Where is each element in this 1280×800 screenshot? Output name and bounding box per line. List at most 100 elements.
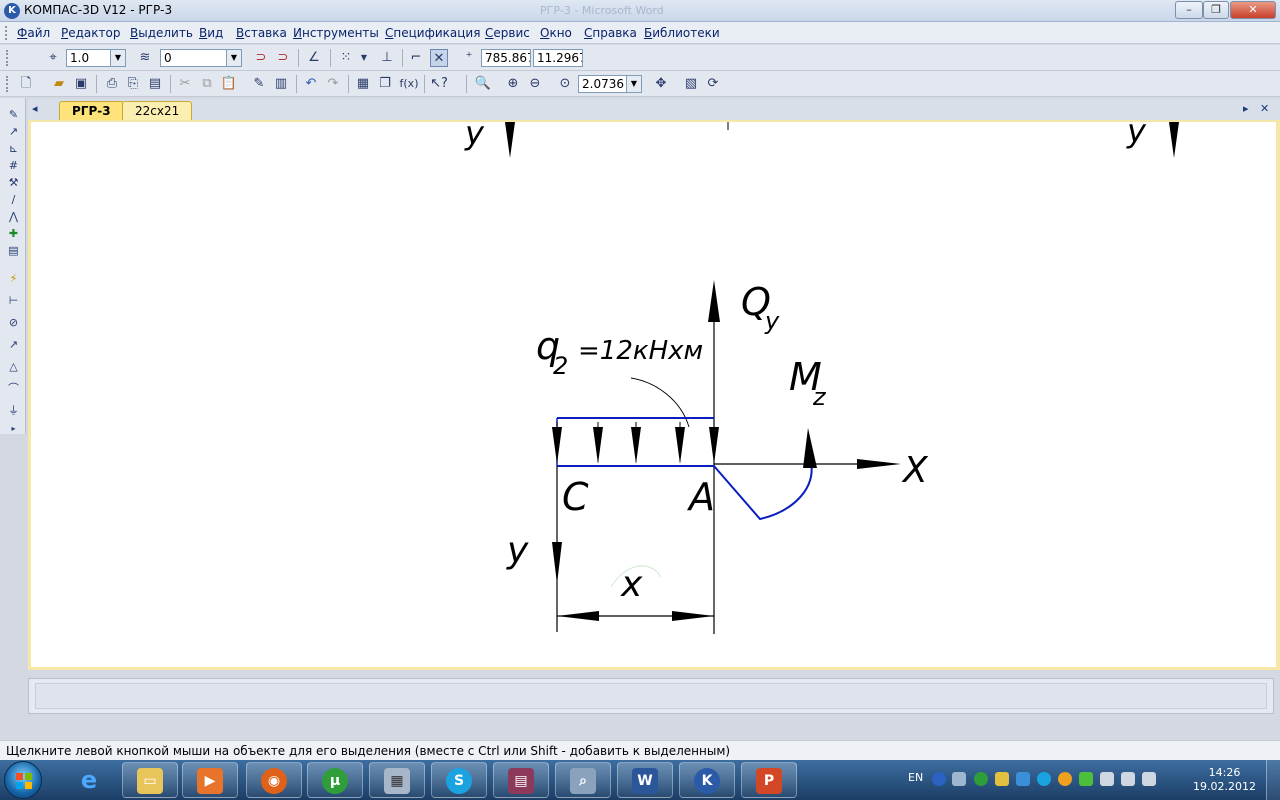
layer-combo[interactable]: 0 ▼ <box>160 49 242 67</box>
cut-icon[interactable]: ✂ <box>176 75 194 93</box>
menubar-grip[interactable] <box>5 26 8 40</box>
symbols-icon[interactable]: ⊾ <box>5 140 22 157</box>
arc-dimension-icon[interactable]: ⌒ <box>5 380 22 397</box>
chevron-down-icon[interactable]: ▼ <box>626 76 641 92</box>
chevron-down-icon[interactable]: ▼ <box>355 49 373 67</box>
help-pointer-icon[interactable]: ↖? <box>430 75 448 93</box>
taskbar-skype[interactable]: S <box>431 762 487 798</box>
menu-help[interactable]: Справка <box>584 26 637 40</box>
geometry-icon[interactable]: ✎ <box>5 106 22 123</box>
snap-magnet-icon[interactable]: ⊃ <box>252 49 270 67</box>
coord-y-field[interactable]: 11.2967 <box>533 49 583 67</box>
open-folder-icon[interactable]: ▰ <box>50 75 68 93</box>
linear-dimension-icon[interactable]: ⚡ <box>5 270 22 287</box>
menu-specification[interactable]: Спецификация <box>385 26 480 40</box>
menu-insert[interactable]: Вставка <box>236 26 287 40</box>
menu-view[interactable]: Вид <box>199 26 223 40</box>
fx-icon[interactable]: f(x) <box>398 75 420 93</box>
close-button[interactable]: ✕ <box>1230 1 1276 19</box>
radius-icon[interactable]: ↗ <box>5 336 22 353</box>
taskbar-winrar[interactable]: ▤ <box>493 762 549 798</box>
copy-icon[interactable]: ⧉ <box>198 75 216 93</box>
zoom-out-icon[interactable]: ⊖ <box>526 75 544 93</box>
library-manager-icon[interactable]: ❐ <box>376 75 394 93</box>
volume-icon[interactable] <box>1142 772 1156 786</box>
start-button[interactable] <box>4 761 42 799</box>
language-indicator[interactable]: EN <box>908 771 923 784</box>
redraw-icon[interactable]: ⟳ <box>704 75 722 93</box>
tab-scroll-left-icon[interactable]: ◂ <box>32 102 38 115</box>
redo-icon[interactable]: ↷ <box>324 75 342 93</box>
tab-scroll-right-icon[interactable]: ▸ <box>1243 102 1249 115</box>
coord-x-field[interactable]: 785.867 <box>481 49 531 67</box>
width-dimension-icon[interactable]: ⊢ <box>5 292 22 309</box>
measure-icon[interactable]: ∕ <box>5 191 22 208</box>
refresh-icon[interactable]: ▧ <box>682 75 700 93</box>
print-icon[interactable]: ⎙ <box>103 75 121 93</box>
zoom-scale-icon[interactable]: ⊙ <box>556 75 574 93</box>
taskbar-media-player[interactable]: ▶ <box>182 762 238 798</box>
taskbar-image-viewer[interactable]: ⌕ <box>555 762 611 798</box>
ortho-mode-icon[interactable]: ⌐ <box>407 49 425 67</box>
layers-icon[interactable]: ≋ <box>136 49 154 67</box>
zoom-combo[interactable]: 2.0736 ▼ <box>578 75 642 93</box>
taskbar-word[interactable]: W <box>617 762 673 798</box>
step-combo[interactable]: 1.0 ▼ <box>66 49 126 67</box>
variables-icon[interactable]: ▦ <box>354 75 372 93</box>
zoom-window-icon[interactable]: 🔍 <box>474 75 492 93</box>
toolbar-grip[interactable] <box>6 50 9 66</box>
edit-icon[interactable]: # <box>5 157 22 174</box>
tray-app-icon[interactable] <box>995 772 1009 786</box>
tab-22sx21[interactable]: 22сх21 <box>122 101 193 120</box>
menu-service[interactable]: Сервис <box>485 26 530 40</box>
taskbar-calculator[interactable]: ▦ <box>369 762 425 798</box>
network-icon[interactable] <box>952 772 966 786</box>
taskbar-powerpoint[interactable]: P <box>741 762 797 798</box>
show-desktop-button[interactable] <box>1266 760 1280 800</box>
paste-icon[interactable]: 📋 <box>220 75 238 93</box>
ortho-icon[interactable]: ∠ <box>305 49 323 67</box>
dimensions-icon[interactable]: ↗ <box>5 123 22 140</box>
utorrent-tray-icon[interactable] <box>974 772 988 786</box>
chevron-down-icon[interactable]: ▼ <box>226 50 241 66</box>
tray-app-icon[interactable] <box>1100 772 1114 786</box>
new-document-icon[interactable]: 🗋 <box>17 75 35 93</box>
select-icon[interactable]: ⋀ <box>5 208 22 225</box>
taskbar-kompas[interactable]: K <box>679 762 735 798</box>
menu-file[interactable]: Файл <box>17 26 50 40</box>
parametrize-icon[interactable]: ⚒ <box>5 174 22 191</box>
minimize-button[interactable]: – <box>1175 1 1203 19</box>
spec-icon[interactable]: ✚ <box>5 225 22 242</box>
angle-icon[interactable]: △ <box>5 358 22 375</box>
display-icon[interactable] <box>1121 772 1135 786</box>
tab-rgr-3[interactable]: РГР-3 <box>59 101 124 120</box>
zoom-in-icon[interactable]: ⊕ <box>504 75 522 93</box>
pan-icon[interactable]: ✥ <box>652 75 670 93</box>
leader-icon[interactable]: ⏚ <box>5 402 22 419</box>
close-tab-icon[interactable]: ✕ <box>1260 102 1269 115</box>
help-icon[interactable] <box>932 772 946 786</box>
menu-edit[interactable]: Редактор <box>61 26 120 40</box>
grid-icon[interactable]: ⁙ <box>337 49 355 67</box>
skype-tray-icon[interactable] <box>1037 772 1051 786</box>
print-preview-icon[interactable]: ⎘ <box>124 75 142 93</box>
properties-icon[interactable]: ▤ <box>146 75 164 93</box>
chevron-down-icon[interactable]: ▼ <box>110 50 125 66</box>
local-snap-icon[interactable]: ⊃ <box>274 49 292 67</box>
drawing-svg[interactable]: y y Q y q 2 =12кНхм M z X C A y x <box>31 122 1276 667</box>
round-icon[interactable]: ✕ <box>430 49 448 67</box>
taskbar-explorer[interactable]: ▭ <box>122 762 178 798</box>
menu-window[interactable]: Окно <box>540 26 572 40</box>
restore-button[interactable]: ❐ <box>1203 1 1229 19</box>
tray-app-icon[interactable] <box>1058 772 1072 786</box>
tray-app-icon[interactable] <box>1079 772 1093 786</box>
taskbar-firefox[interactable]: ◉ <box>246 762 302 798</box>
taskbar-utorrent[interactable]: μ <box>307 762 363 798</box>
tray-app-icon[interactable] <box>1016 772 1030 786</box>
taskbar-ie[interactable]: e <box>62 762 118 798</box>
manager-icon[interactable]: ▥ <box>272 75 290 93</box>
reports-icon[interactable]: ▤ <box>5 242 22 259</box>
save-icon[interactable]: ▣ <box>72 75 90 93</box>
menu-tools[interactable]: Инструменты <box>293 26 379 40</box>
clock[interactable]: 14:26 19.02.2012 <box>1193 766 1256 794</box>
